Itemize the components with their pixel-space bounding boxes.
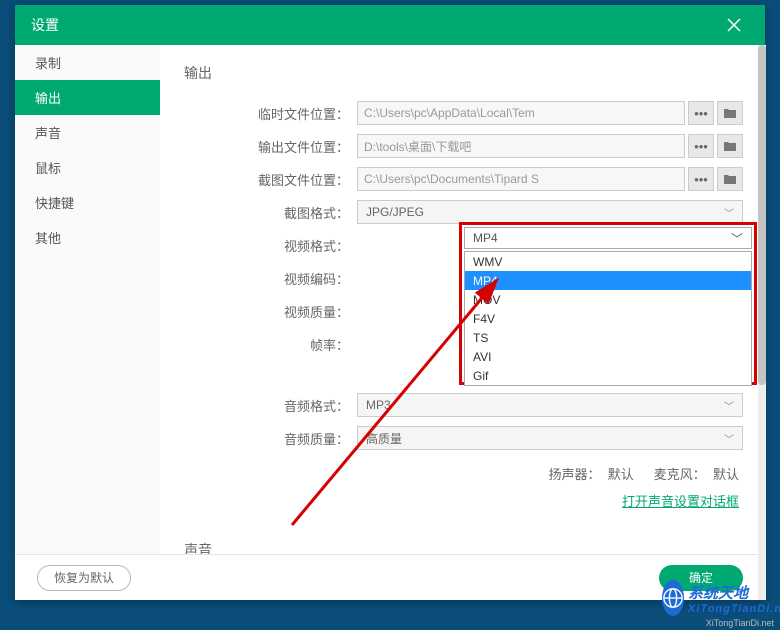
section-title-output: 输出 (184, 63, 743, 83)
chevron-down-icon: ﹀ (724, 398, 734, 413)
sidebar-item-output[interactable]: 输出 (15, 80, 160, 115)
dropdown-option-ts[interactable]: TS (465, 328, 751, 347)
sidebar: 录制 输出 声音 鼠标 快捷键 其他 (15, 45, 160, 554)
open-folder-button[interactable] (717, 167, 743, 191)
open-sound-settings-link[interactable]: 打开声音设置对话框 (622, 491, 739, 510)
section-title-sound: 声音 (184, 540, 743, 554)
label-screenshot-path: 截图文件位置： (184, 170, 349, 189)
chevron-down-icon: ﹀ (724, 205, 734, 220)
dropdown-option-mov[interactable]: MOV (465, 290, 751, 309)
row-output-path: 输出文件位置： D:\tools\桌面\下载吧 ••• (184, 132, 743, 160)
globe-icon (662, 580, 684, 616)
video-format-dropdown: MP4 ﹀ WMV MP4 MOV F4V TS AVI Gif (459, 222, 757, 385)
link-row: 打开声音设置对话框 (184, 491, 743, 510)
row-temp-path: 临时文件位置： C:\Users\pc\AppData\Local\Tem ••… (184, 99, 743, 127)
dialog-title: 设置 (31, 15, 719, 35)
audio-quality-select[interactable]: 高质量﹀ (357, 426, 743, 450)
screenshot-path-field[interactable]: C:\Users\pc\Documents\Tipard S (357, 167, 685, 191)
screenshot-fmt-select[interactable]: JPG/JPEG﹀ (357, 200, 743, 224)
output-path-field[interactable]: D:\tools\桌面\下载吧 (357, 134, 685, 158)
audio-fmt-select[interactable]: MP3﹀ (357, 393, 743, 417)
label-video-quality: 视频质量： (184, 302, 349, 321)
label-video-codec: 视频编码： (184, 269, 349, 288)
restore-defaults-button[interactable]: 恢复为默认 (37, 565, 131, 591)
close-icon[interactable] (719, 10, 749, 40)
dropdown-list: WMV MP4 MOV F4V TS AVI Gif (464, 251, 752, 386)
dropdown-option-f4v[interactable]: F4V (465, 309, 751, 328)
row-audio-fmt: 音频格式： MP3﹀ (184, 391, 743, 419)
scrollbar-thumb[interactable] (758, 45, 766, 385)
dropdown-option-avi[interactable]: AVI (465, 347, 751, 366)
sidebar-item-record[interactable]: 录制 (15, 45, 160, 80)
label-screenshot-fmt: 截图格式： (184, 203, 349, 222)
chevron-down-icon: ﹀ (731, 230, 743, 247)
dropdown-option-wmv[interactable]: WMV (465, 252, 751, 271)
watermark-badge: 系统天地 XiTongTianDi.net (662, 578, 772, 618)
video-fmt-select[interactable]: MP4 ﹀ (464, 227, 752, 249)
row-audio-quality: 音频质量： 高质量﹀ (184, 424, 743, 452)
chevron-down-icon: ﹀ (724, 431, 734, 446)
sidebar-item-hotkey[interactable]: 快捷键 (15, 185, 160, 220)
speaker-row: 扬声器： 默认 麦克风： 默认 (184, 464, 743, 483)
sidebar-item-mouse[interactable]: 鼠标 (15, 150, 160, 185)
label-video-fmt: 视频格式： (184, 236, 349, 255)
label-output-path: 输出文件位置： (184, 137, 349, 156)
label-audio-fmt: 音频格式： (184, 396, 349, 415)
dropdown-option-gif[interactable]: Gif (465, 366, 751, 385)
temp-path-field[interactable]: C:\Users\pc\AppData\Local\Tem (357, 101, 685, 125)
browse-button[interactable]: ••• (688, 101, 714, 125)
row-screenshot-path: 截图文件位置： C:\Users\pc\Documents\Tipard S •… (184, 165, 743, 193)
dialog-footer: 恢复为默认 确定 (15, 554, 765, 600)
label-temp-path: 临时文件位置： (184, 104, 349, 123)
open-folder-button[interactable] (717, 134, 743, 158)
sidebar-item-sound[interactable]: 声音 (15, 115, 160, 150)
browse-button[interactable]: ••• (688, 134, 714, 158)
watermark-text: XiTongTianDi.net (706, 618, 774, 628)
sidebar-item-other[interactable]: 其他 (15, 220, 160, 255)
titlebar: 设置 (15, 5, 765, 45)
label-fps: 帧率： (184, 335, 349, 354)
open-folder-button[interactable] (717, 101, 743, 125)
label-audio-quality: 音频质量： (184, 429, 349, 448)
browse-button[interactable]: ••• (688, 167, 714, 191)
vertical-scrollbar[interactable] (758, 45, 766, 600)
dropdown-option-mp4[interactable]: MP4 (465, 271, 751, 290)
